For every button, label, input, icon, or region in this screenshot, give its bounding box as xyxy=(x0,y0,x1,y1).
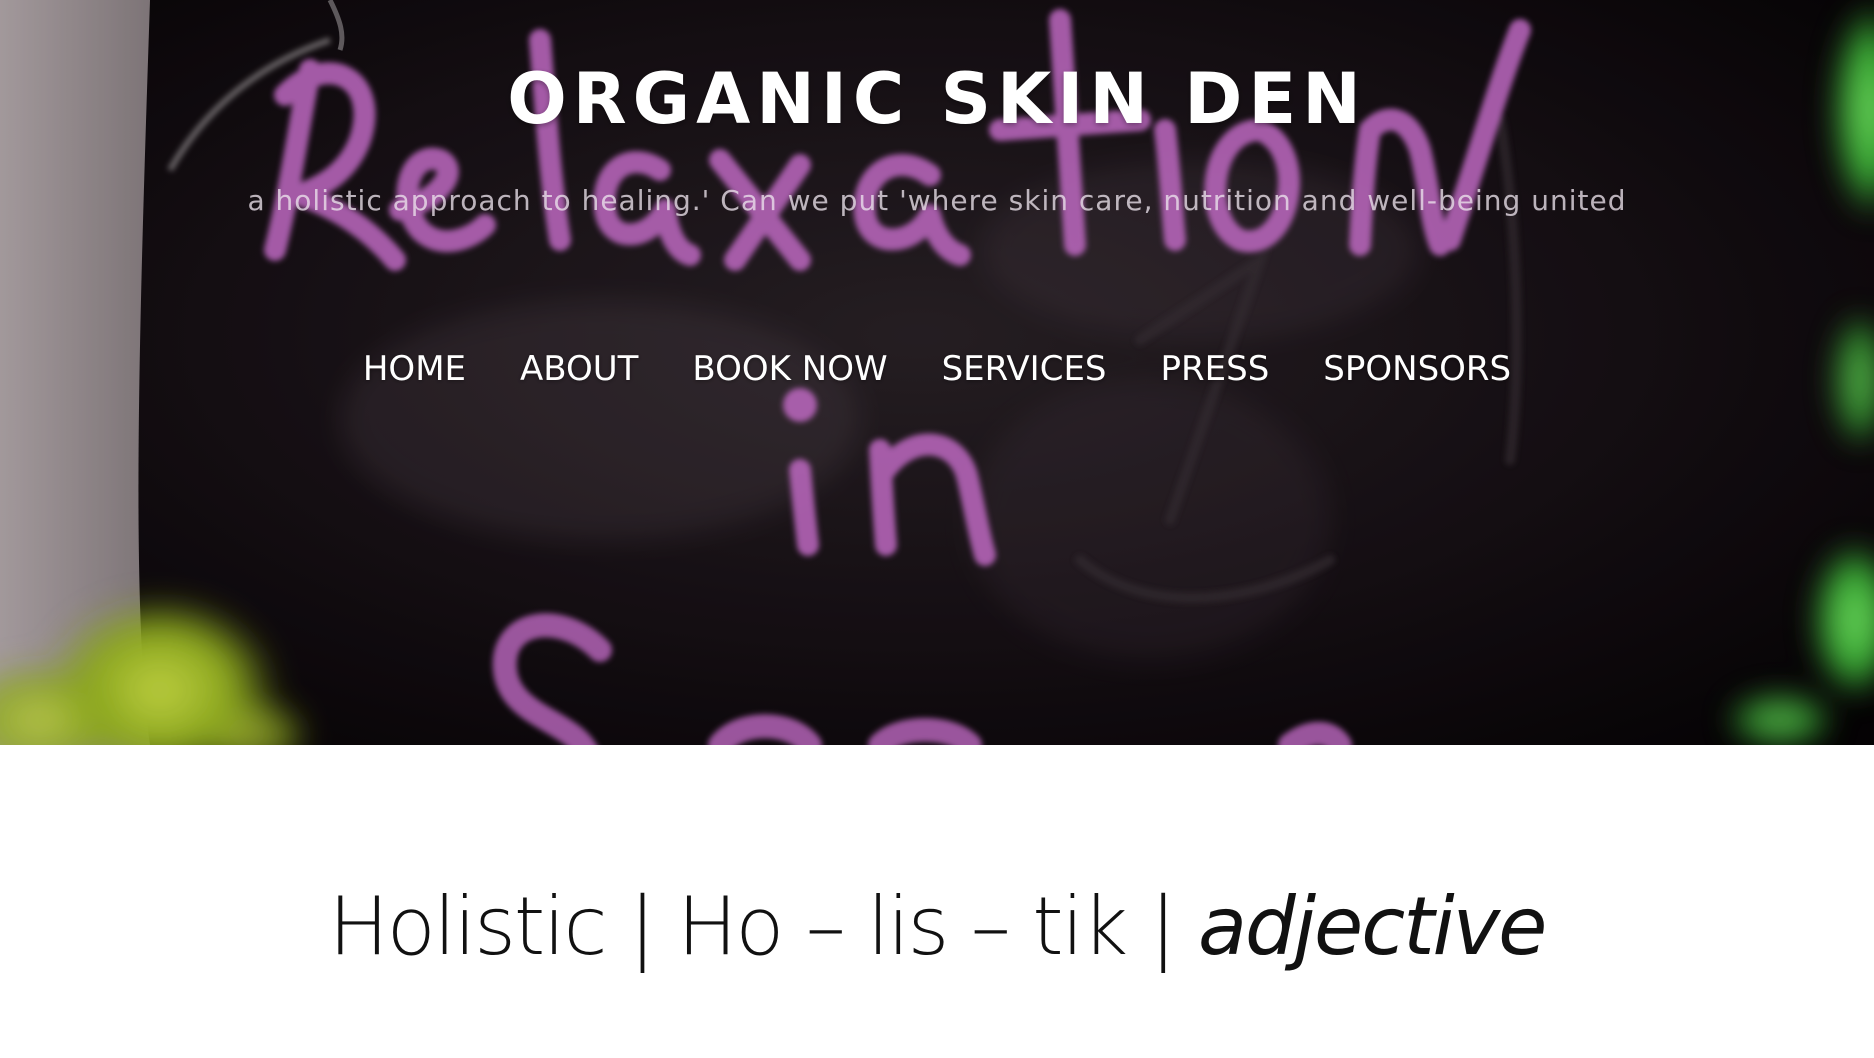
nav-item-home[interactable]: HOME xyxy=(361,342,468,396)
nav-item-about[interactable]: ABOUT xyxy=(518,342,640,396)
nav-item-book-now[interactable]: BOOK NOW xyxy=(690,342,889,396)
page: ORGANIC SKIN DEN a holistic approach to … xyxy=(0,0,1874,1058)
main-navigation: HOME ABOUT BOOK NOW SERVICES PRESS SPONS… xyxy=(0,342,1874,396)
holistic-definition-heading: Holistic | Ho – lis – tik | adjective xyxy=(0,877,1874,977)
nav-item-sponsors[interactable]: SPONSORS xyxy=(1321,342,1513,396)
main-content: Holistic | Ho – lis – tik | adjective xyxy=(0,745,1874,1058)
site-tagline: a holistic approach to healing.' Can we … xyxy=(247,184,1627,217)
nav-item-services[interactable]: SERVICES xyxy=(940,342,1109,396)
definition-pronunciation: Holistic | Ho – lis – tik | xyxy=(328,880,1198,973)
nav-item-press[interactable]: PRESS xyxy=(1159,342,1272,396)
definition-word-class: adjective xyxy=(1197,880,1547,973)
hero-header: ORGANIC SKIN DEN a holistic approach to … xyxy=(0,0,1874,745)
site-title[interactable]: ORGANIC SKIN DEN xyxy=(0,54,1874,144)
